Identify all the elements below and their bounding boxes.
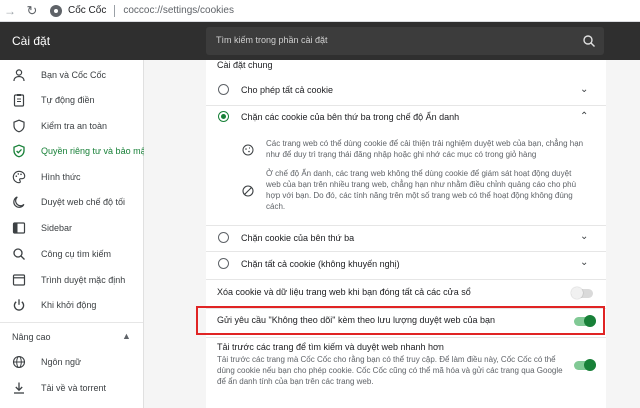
chevron-down-icon[interactable]: ⌄ [580,257,588,268]
sidebar-item-default-browser[interactable]: Trình duyệt mặc định [0,269,143,291]
download-icon [14,382,24,394]
radio-block-third-party[interactable] [218,232,229,243]
chevron-up-icon[interactable]: ⌃ [580,111,588,122]
browser-icon [12,274,26,286]
content-gutter-right [606,60,640,408]
palette-icon [12,170,26,184]
shield-icon [13,119,25,133]
sidebar-divider [0,322,143,323]
clear-on-exit-label: Xóa cookie và dữ liệu trang web khi bạn … [217,287,471,297]
clear-on-exit-row[interactable]: Xóa cookie và dữ liệu trang web khi bạn … [206,280,606,306]
preload-title: Tải trước các trang để tìm kiếm và duyệt… [217,342,444,352]
person-icon [13,69,25,82]
moon-icon [13,196,25,208]
radio-block-all[interactable] [218,258,229,269]
sidebar-item-label: Kiểm tra an toàn [41,121,108,131]
sidebar-icon [12,222,26,234]
search-icon[interactable] [582,34,596,48]
sidebar-item-label: Khi khởi động [41,300,97,310]
shield-check-icon [13,144,25,158]
search-icon [13,248,25,260]
sidebar-item-label: Trình duyệt mặc định [41,275,126,285]
sidebar-item-autofill[interactable]: Tự động điền [0,89,143,111]
sidebar-item-label: Duyệt web chế độ tối [41,197,126,207]
preload-description: Tải trước các trang mà Cốc Cốc cho rằng … [217,355,563,386]
sidebar-item-label: Tải về và torrent [41,383,107,393]
cookie-icon [242,144,254,156]
chevron-down-icon[interactable]: ⌄ [580,84,588,95]
address-bar: → ↻ Cốc Cốc coccoc://settings/cookies [0,0,640,22]
site-name: Cốc Cốc [68,5,107,16]
sidebar-advanced-label: Nâng cao [12,332,51,342]
sidebar-item-search-engine[interactable]: Công cụ tìm kiếm [0,243,143,265]
sidebar-item-safety-check[interactable]: Kiểm tra an toàn [0,115,143,137]
sidebar-item-dark-mode[interactable]: Duyệt web chế độ tối [0,191,143,213]
sidebar-item-label: Công cụ tìm kiếm [41,249,112,259]
cookie-option-allow-all[interactable]: Cho phép tất cả cookie ⌄ [206,82,606,106]
cookie-option-block-incognito[interactable]: Chặn các cookie của bên thứ ba trong chế… [206,107,606,131]
cookie-option-block-third-party[interactable]: Chặn cookie của bên thứ ba ⌄ [206,226,606,250]
clear-on-exit-toggle[interactable] [571,287,593,299]
cookie-settings-card: Cài đặt chung Cho phép tất cả cookie ⌄ C… [206,60,606,408]
sidebar-item-label: Quyền riêng tư và bảo mật [41,146,149,156]
page-title: Cài đặt [12,34,51,48]
divider [206,105,606,106]
sidebar-item-label: Hình thức [41,172,81,182]
search-placeholder[interactable]: Tìm kiếm trong phần cài đặt [216,35,328,45]
option-label: Chặn cookie của bên thứ ba [241,233,355,243]
sidebar-item-label: Bạn và Cốc Cốc [41,70,107,80]
preload-toggle[interactable] [574,359,596,371]
power-icon [13,299,25,311]
sidebar-item-appearance[interactable]: Hình thức [0,166,143,188]
radio-block-incognito[interactable] [218,111,229,122]
sidebar: Bạn và Cốc Cốc Tự động điền Kiểm tra an … [0,60,148,408]
section-title: Cài đặt chung [217,60,273,70]
sidebar-item-languages[interactable]: Ngôn ngữ [0,351,143,373]
cookie-description: Các trang web có thể dùng cookie để cải … [266,139,584,159]
settings-search-box[interactable]: Tìm kiếm trong phần cài đặt [206,27,604,55]
sidebar-advanced-toggle[interactable]: Nâng cao ▲ [12,331,131,342]
back-arrow-icon[interactable]: → [2,3,18,19]
content-gutter-left [144,60,206,408]
incognito-description: Ở chế độ Ẩn danh, các trang web không th… [266,169,577,211]
clipboard-icon [13,94,25,107]
option-label: Cho phép tất cả cookie [241,85,334,95]
settings-header: Cài đặt Tìm kiếm trong phần cài đặt [0,22,640,60]
globe-icon [12,355,26,369]
option-label: Chặn các cookie của bên thứ ba trong chế… [241,112,460,122]
cookie-option-block-all[interactable]: Chặn tất cả cookie (không khuyến nghị) ⌄ [206,252,606,276]
url-text[interactable]: coccoc://settings/cookies [123,5,234,16]
sidebar-item-label: Tự động điền [41,95,95,105]
highlight-box [196,306,605,335]
option-label: Chặn tất cả cookie (không khuyến nghị) [241,259,400,269]
sidebar-item-on-startup[interactable]: Khi khởi động [0,294,143,316]
sidebar-item-privacy[interactable]: Quyền riêng tư và bảo mật [0,140,148,162]
site-info-icon[interactable] [50,4,62,17]
sidebar-item-sidebar[interactable]: Sidebar [0,217,143,239]
chevron-up-icon: ▲ [122,331,131,341]
radio-allow-all[interactable] [218,84,229,95]
reload-icon[interactable]: ↻ [24,3,40,19]
sidebar-item-you[interactable]: Bạn và Cốc Cốc [0,64,143,86]
sidebar-item-label: Sidebar [41,223,73,233]
block-icon [242,185,254,197]
chevron-down-icon[interactable]: ⌄ [580,231,588,242]
preload-row[interactable]: Tải trước các trang để tìm kiếm và duyệt… [206,338,606,408]
sidebar-item-downloads[interactable]: Tải về và torrent [0,377,143,399]
sidebar-item-label: Ngôn ngữ [41,357,82,367]
address-separator [114,4,116,17]
